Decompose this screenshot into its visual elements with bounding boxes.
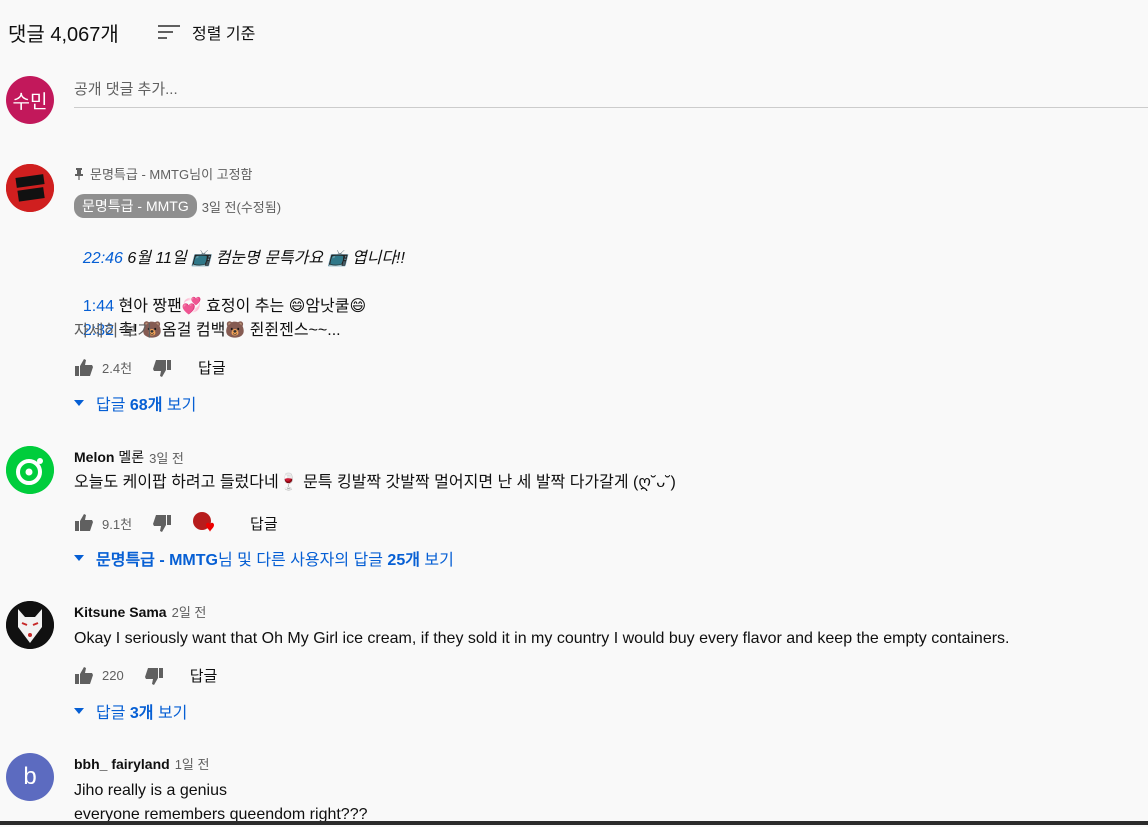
comment-text: Okay I seriously want that Oh My Girl ic… [74, 630, 1010, 647]
replies-count: 3개 [129, 705, 154, 722]
comment-header: 문명특급 - MMTG 3일 전(수정됨) [74, 194, 281, 218]
like-count: 2.4천 [102, 361, 133, 376]
comment-actions: 2.4천 답글 [74, 357, 226, 378]
replies-author: 문명특급 - MMTG [96, 552, 218, 569]
replies-count: 25개 [387, 552, 420, 569]
comment-actions: 220 답글 [74, 665, 217, 686]
melon-avatar[interactable] [6, 446, 54, 494]
sort-button[interactable]: 정렬 기준 [158, 20, 255, 44]
comment-text: 오늘도 케이팝 하려고 들렀다네🍷 문특 킹발짝 갓발짝 멀어지면 난 세 발짝… [74, 474, 676, 491]
author-name-korean: 멜론 [118, 449, 145, 465]
comment-text: 6월 11일 📺 컴눈명 문특가요 📺 엽니다!! [122, 250, 405, 267]
like-icon[interactable] [74, 513, 94, 533]
comment-header: Kitsune Sama 2일 전 [74, 602, 206, 621]
comment-count: 댓글 4,067개 [8, 24, 119, 46]
view-replies-button[interactable]: 문명특급 - MMTG님 및 다른 사용자의 답글 25개 보기 [74, 546, 454, 570]
owner-badge[interactable]: 문명특급 - MMTG [74, 194, 197, 218]
chevron-down-icon [74, 400, 84, 406]
fox-mask-icon [6, 601, 54, 649]
like-icon[interactable] [74, 358, 94, 378]
view-replies-button[interactable]: 답글 3개 보기 [74, 699, 187, 723]
like-icon[interactable] [74, 666, 94, 686]
comment-time[interactable]: 3일 전 [149, 448, 184, 467]
avatar-letter: b [23, 763, 37, 790]
add-comment-input[interactable]: 공개 댓글 추가... [74, 78, 1148, 108]
bottom-edge-bar [0, 821, 1148, 825]
sort-label: 정렬 기준 [192, 26, 256, 43]
kitsune-avatar[interactable] [6, 601, 54, 649]
comment-time[interactable]: 2일 전 [172, 602, 207, 621]
comment-author[interactable]: Melon 멜론 [74, 447, 144, 467]
reply-button[interactable]: 답글 [190, 665, 218, 686]
reply-button[interactable]: 답글 [250, 513, 278, 534]
comment-time[interactable]: 3일 전(수정됨) [202, 197, 281, 216]
dislike-icon[interactable] [152, 513, 172, 533]
author-name: Melon [74, 449, 115, 465]
comment-text-line: Jiho really is a genius [74, 782, 227, 799]
dislike-icon[interactable] [152, 358, 172, 378]
read-more-link[interactable]: 자세히 보기 [74, 320, 152, 344]
replies-prefix: 답글 [96, 397, 130, 414]
melon-logo-icon [6, 446, 54, 494]
comment-time[interactable]: 1일 전 [175, 754, 210, 773]
chevron-down-icon [74, 555, 84, 561]
replies-mid: 님 및 다른 사용자의 답글 [217, 552, 388, 569]
dislike-icon[interactable] [144, 666, 164, 686]
view-replies-button[interactable]: 답글 68개 보기 [74, 391, 196, 415]
user-avatar-text: 수민 [12, 91, 48, 113]
pinned-label: 문명특급 - MMTG님이 고정함 [90, 167, 253, 182]
mmtg-avatar[interactable] [6, 164, 54, 212]
comment-header: Melon 멜론 3일 전 [74, 447, 184, 467]
comment-text-line: 22:46 6월 11일 📺 컴눈명 문특가요 📺 엽니다!! [74, 223, 405, 271]
pin-icon [75, 167, 83, 180]
sort-icon [158, 25, 180, 39]
timestamp-link[interactable]: 22:46 [83, 250, 123, 267]
replies-suffix: 보기 [419, 552, 454, 569]
comment-author[interactable]: Kitsune Sama [74, 604, 167, 620]
bbh-avatar[interactable]: b [6, 753, 54, 801]
replies-suffix: 보기 [162, 397, 197, 414]
creator-heart-icon [193, 512, 215, 532]
replies-count: 68개 [129, 397, 163, 414]
chevron-down-icon [74, 708, 84, 714]
replies-suffix: 보기 [153, 705, 188, 722]
reply-button[interactable]: 답글 [198, 357, 226, 378]
user-avatar: 수민 [6, 76, 54, 124]
like-count: 220 [102, 668, 124, 683]
like-count: 9.1천 [102, 516, 133, 532]
comment-author[interactable]: bbh_ fairyland [74, 756, 170, 772]
comment-header: bbh_ fairyland 1일 전 [74, 754, 209, 773]
comment-actions: 9.1천 답글 [74, 511, 278, 535]
mmtg-logo-icon [6, 164, 54, 212]
pinned-indicator: 문명특급 - MMTG님이 고정함 [74, 164, 253, 183]
replies-prefix: 답글 [96, 705, 130, 722]
